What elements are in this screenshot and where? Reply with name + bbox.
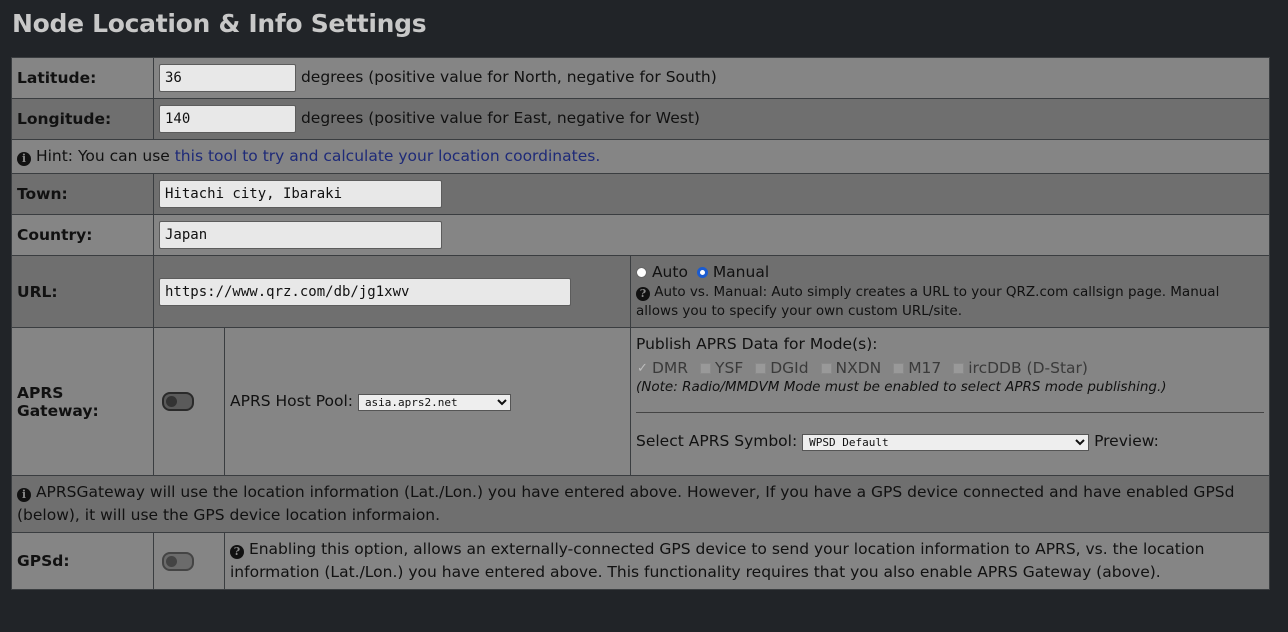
town-label: Town:	[11, 173, 154, 215]
url-row: URL: Auto Manual ? Auto vs. Manual: Auto…	[11, 255, 1270, 328]
ircddb-checkbox[interactable]	[953, 363, 965, 374]
m17-checkbox[interactable]	[893, 363, 905, 374]
aprs-divider	[636, 412, 1264, 413]
ysf-checkbox[interactable]	[700, 363, 712, 374]
aprs-symbol-select[interactable]: WPSD Default	[802, 434, 1090, 451]
url-mode-help: Auto vs. Manual: Auto simply creates a U…	[636, 283, 1220, 319]
longitude-help: degrees (positive value for East, negati…	[300, 109, 700, 127]
town-row: Town:	[11, 173, 1270, 215]
country-row: Country:	[11, 214, 1270, 256]
latitude-label: Latitude:	[11, 57, 154, 99]
ircddb-label: ircDDB (D-Star)	[968, 359, 1088, 377]
country-label: Country:	[11, 214, 154, 256]
aprs-gateway-toggle[interactable]	[162, 392, 194, 411]
info-circle-icon: i	[17, 488, 31, 502]
location-tool-link[interactable]: this tool to try and calculate your loca…	[175, 147, 601, 165]
aprs-symbol-label: Select APRS Symbol:	[636, 432, 798, 450]
hint-text: Hint: You can use	[35, 147, 175, 165]
dgid-checkbox[interactable]	[755, 363, 767, 374]
aprs-host-pool-select[interactable]: asia.aprs2.net	[357, 394, 511, 411]
latitude-input[interactable]	[159, 64, 296, 92]
latitude-help: degrees (positive value for North, negat…	[300, 68, 717, 86]
aprs-modes-note: (Note: Radio/MMDVM Mode must be enabled …	[636, 379, 1167, 395]
nxdn-checkbox[interactable]	[820, 363, 832, 374]
question-circle-icon: ?	[230, 545, 244, 559]
gpsd-toggle[interactable]	[162, 551, 194, 571]
gpsd-label: GPSd:	[11, 532, 154, 590]
longitude-input[interactable]	[159, 105, 296, 133]
longitude-row: Longitude: degrees (positive value for E…	[11, 98, 1270, 140]
info-circle-icon: i	[17, 152, 31, 166]
country-input[interactable]	[159, 221, 442, 249]
url-label: URL:	[11, 255, 154, 328]
url-auto-radio[interactable]	[636, 266, 647, 278]
aprs-info-text: APRSGateway will use the location inform…	[17, 483, 1235, 524]
dmr-checkbox[interactable]: ✓	[637, 362, 648, 375]
url-auto-label: Auto	[651, 262, 688, 281]
aprs-mode-list: ✓ DMR YSF DGId NXDN M17 ircDDB (D-Star)	[636, 359, 1264, 377]
publish-aprs-label: Publish APRS Data for Mode(s):	[636, 335, 878, 353]
longitude-label: Longitude:	[11, 98, 154, 140]
node-settings-table: Latitude: degrees (positive value for No…	[11, 57, 1270, 590]
question-circle-icon: ?	[636, 286, 650, 301]
nxdn-label: NXDN	[835, 359, 882, 377]
aprs-gateway-label: APRS Gateway:	[11, 327, 154, 476]
url-manual-label: Manual	[712, 262, 770, 281]
aprs-host-pool-label: APRS Host Pool:	[230, 392, 353, 410]
url-manual-radio[interactable]	[696, 266, 708, 278]
dmr-label: DMR	[652, 359, 689, 377]
m17-label: M17	[908, 359, 942, 377]
page-title: Node Location & Info Settings	[12, 9, 427, 38]
latitude-row: Latitude: degrees (positive value for No…	[11, 57, 1270, 99]
ysf-label: YSF	[715, 359, 744, 377]
town-input[interactable]	[159, 180, 442, 208]
hint-row: i Hint: You can use this tool to try and…	[11, 139, 1270, 174]
gpsd-row: GPSd: ? Enabling this option, allows an …	[11, 532, 1270, 590]
aprs-gateway-row: APRS Gateway: APRS Host Pool: asia.aprs2…	[11, 327, 1270, 476]
gpsd-help: Enabling this option, allows an external…	[230, 540, 1205, 581]
aprs-info-row: i APRSGateway will use the location info…	[11, 475, 1270, 533]
url-input[interactable]	[159, 277, 571, 306]
aprs-preview-label: Preview:	[1094, 432, 1159, 450]
dgid-label: DGId	[770, 359, 809, 377]
